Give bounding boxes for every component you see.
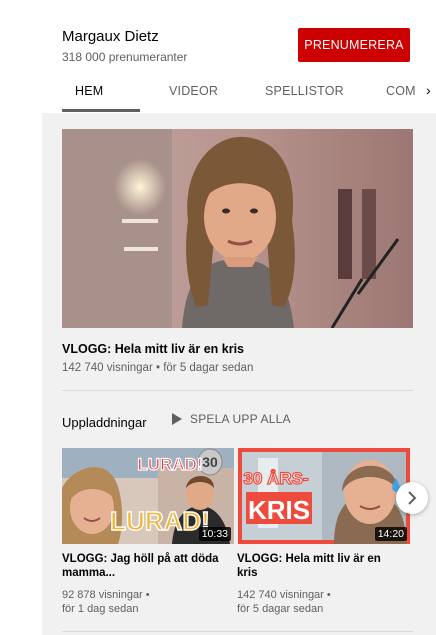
video-thumbnail[interactable]: 30 ÅRS- KRIS 14:20 xyxy=(238,448,410,544)
uploads-section-title[interactable]: Uppladdningar xyxy=(62,415,147,430)
play-all-button[interactable]: SPELA UPP ALLA xyxy=(172,412,291,426)
channel-tabs: HEM VIDEOR SPELLISTOR COM › xyxy=(42,78,436,113)
video-title[interactable]: VLOGG: Jag höll på att döda mamma... xyxy=(62,552,219,580)
chevron-right-icon xyxy=(408,491,417,505)
channel-header: Margaux Dietz 318 000 prenumeranter PREN… xyxy=(42,12,436,113)
section-divider xyxy=(62,631,413,632)
video-thumbnail[interactable]: 30 LURAD! LURAD! 10:33 xyxy=(62,448,234,544)
play-icon xyxy=(172,413,182,425)
play-all-label: SPELA UPP ALLA xyxy=(190,412,291,426)
thumbnail-caption: LURAD! xyxy=(137,455,202,474)
subscriber-count: 318 000 prenumeranter xyxy=(62,50,188,64)
tab-videos[interactable]: VIDEOR xyxy=(169,84,218,98)
duration-badge: 14:20 xyxy=(374,527,407,541)
tab-playlists[interactable]: SPELLISTOR xyxy=(265,84,344,98)
tab-home[interactable]: HEM xyxy=(75,84,103,98)
featured-video-meta: 142 740 visningar • för 5 dagar sedan xyxy=(62,362,254,374)
duration-badge: 10:33 xyxy=(198,527,231,541)
subscribe-button[interactable]: PRENUMERERA xyxy=(298,28,410,62)
channel-page: Margaux Dietz 318 000 prenumeranter PREN… xyxy=(42,12,436,635)
featured-video-title[interactable]: VLOGG: Hela mitt liv är en kris xyxy=(62,342,244,356)
tab-community[interactable]: COM xyxy=(386,84,416,98)
video-meta: 142 740 visningar • för 5 dagar sedan xyxy=(237,589,331,615)
channel-name[interactable]: Margaux Dietz xyxy=(62,28,159,45)
video-title[interactable]: VLOGG: Hela mitt liv är en kris xyxy=(237,552,381,580)
thumbnail-caption: LURAD! xyxy=(110,506,210,536)
thumbnail-caption: KRIS xyxy=(248,495,310,525)
active-tab-indicator xyxy=(62,109,140,112)
featured-video-thumbnail[interactable] xyxy=(62,129,413,328)
shelf-next-button[interactable] xyxy=(396,482,428,514)
chevron-right-icon[interactable]: › xyxy=(426,82,431,98)
thumbnail-caption: 30 ÅRS- xyxy=(243,469,308,488)
balloon-number: 30 xyxy=(202,454,218,470)
video-meta: 92 878 visningar • för 1 dag sedan xyxy=(62,589,150,615)
section-divider xyxy=(62,390,413,391)
